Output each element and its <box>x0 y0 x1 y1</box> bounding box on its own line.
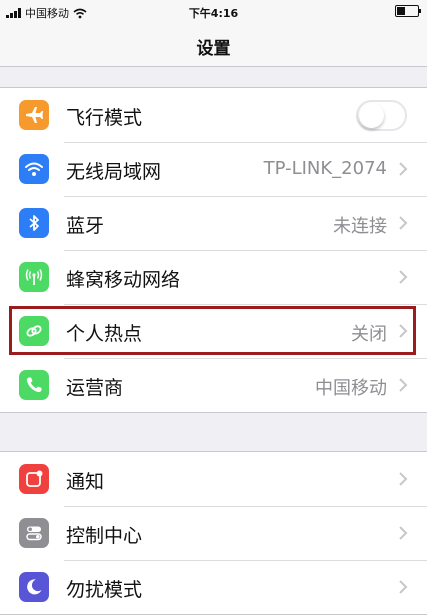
moon-icon <box>19 572 49 602</box>
chevron-right-icon <box>399 216 408 230</box>
row-label: 运营商 <box>66 377 124 399</box>
chevron-right-icon <box>399 162 408 176</box>
row-label: 蜂窝移动网络 <box>66 269 181 291</box>
settings-row-airplane[interactable]: 飞行模式 <box>0 88 427 142</box>
chevron-right-icon <box>399 580 408 594</box>
settings-row-bluetooth[interactable]: 蓝牙 未连接 <box>0 196 427 250</box>
settings-row-wifi[interactable]: 无线局域网 TP-LINK_2074 <box>0 142 427 196</box>
settings-row-dnd[interactable]: 勿扰模式 <box>0 560 427 614</box>
hotspot-status: 关闭 <box>351 324 387 345</box>
settings-row-carrier[interactable]: 运营商 中国移动 <box>0 358 427 412</box>
settings-row-hotspot[interactable]: 个人热点 关闭 <box>0 304 427 358</box>
chevron-right-icon <box>399 378 408 392</box>
settings-row-cellular[interactable]: 蜂窝移动网络 <box>0 250 427 304</box>
toggle-knob <box>359 103 384 128</box>
wifi-icon <box>19 154 49 184</box>
row-label: 蓝牙 <box>66 215 105 237</box>
bluetooth-status: 未连接 <box>333 216 387 237</box>
row-label: 个人热点 <box>66 323 143 345</box>
wifi-network-name: TP-LINK_2074 <box>263 158 387 179</box>
settings-group-system: 通知 控制中心 勿扰模式 <box>0 451 427 615</box>
row-label: 通知 <box>66 471 105 493</box>
row-label: 控制中心 <box>66 525 143 547</box>
phone-icon <box>19 370 49 400</box>
page-title: 设置 <box>196 39 231 59</box>
carrier-value: 中国移动 <box>315 378 387 399</box>
settings-row-control-center[interactable]: 控制中心 <box>0 506 427 560</box>
control-center-icon <box>19 518 49 548</box>
settings-row-notifications[interactable]: 通知 <box>0 452 427 506</box>
battery-icon <box>395 5 421 17</box>
chevron-right-icon <box>399 472 408 486</box>
status-time: 下午4:16 <box>188 7 239 20</box>
airplane-icon <box>19 100 49 130</box>
chevron-right-icon <box>399 324 408 338</box>
status-bar: 中国移动 下午4:16 <box>0 0 427 24</box>
row-label: 勿扰模式 <box>66 579 143 601</box>
airplane-mode-toggle[interactable] <box>356 100 407 131</box>
row-label: 无线局域网 <box>66 161 162 183</box>
hotspot-chain-icon <box>19 316 49 346</box>
cellular-antenna-icon <box>19 262 49 292</box>
notifications-icon <box>19 464 49 494</box>
battery-fill <box>397 7 405 15</box>
row-label: 飞行模式 <box>66 107 143 129</box>
bluetooth-icon <box>19 208 49 238</box>
chevron-right-icon <box>399 526 408 540</box>
nav-bar: 设置 <box>0 24 427 67</box>
chevron-right-icon <box>399 270 408 284</box>
settings-group-network: 飞行模式 无线局域网 TP-LINK_2074 蓝牙 未连接 蜂窝移动网络 个人… <box>0 87 427 413</box>
